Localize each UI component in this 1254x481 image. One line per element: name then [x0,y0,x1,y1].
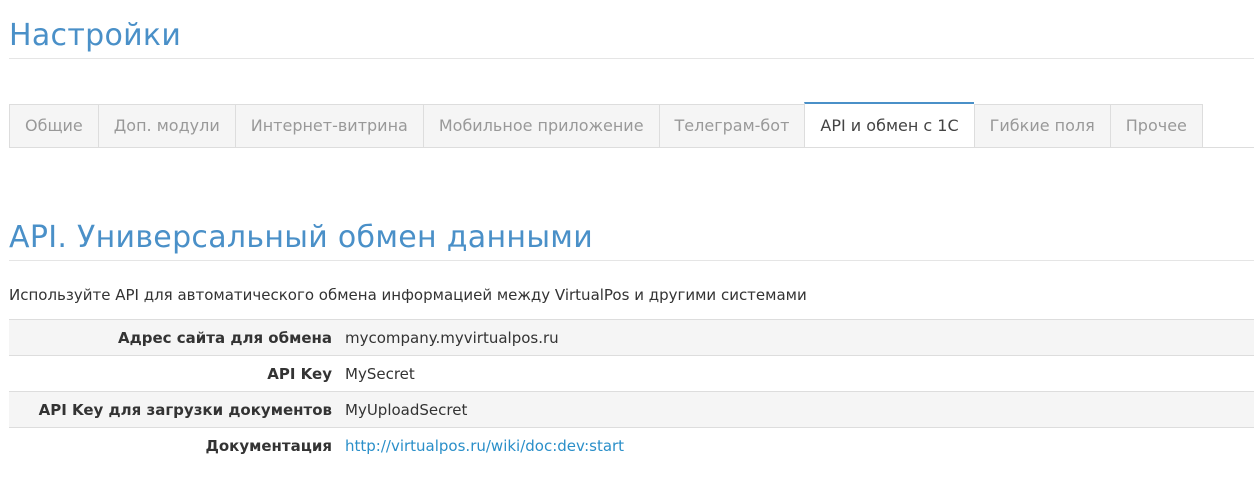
tab-mobile-app[interactable]: Мобильное приложение [422,104,659,147]
tab-online-storefront[interactable]: Интернет-витрина [234,104,423,147]
tab-api-exchange[interactable]: API и обмен с 1С [804,102,974,147]
upload-api-key-label: API Key для загрузки документов [9,391,345,428]
documentation-label: Документация [205,436,333,455]
table-row: Документация http://virtualpos.ru/wiki/d… [9,428,1254,464]
api-settings-table: Адрес сайта для обмена mycompany.myvirtu… [9,319,1254,463]
title-divider [9,58,1254,59]
exchange-address-value: mycompany.myvirtualpos.ru [345,319,1254,356]
table-row: API Key MySecret [9,355,1254,392]
tab-general[interactable]: Общие [9,104,98,147]
settings-tabs: Общие Доп. модули Интернет-витрина Мобил… [9,102,1254,148]
table-row: Адрес сайта для обмена mycompany.myvirtu… [9,319,1254,356]
section-description: Используйте API для автоматического обме… [9,286,807,304]
table-row: API Key для загрузки документов MyUpload… [9,391,1254,428]
documentation-link[interactable]: http://virtualpos.ru/wiki/doc:dev:start [345,437,624,455]
api-key-value: MySecret [345,355,1254,392]
section-title: API. Универсальный обмен данными [9,220,594,255]
upload-api-key-value: MyUploadSecret [345,391,1254,428]
exchange-address-label: Адрес сайта для обмена [9,319,345,356]
documentation-value: http://virtualpos.ru/wiki/doc:dev:start [345,428,1254,464]
section-divider [9,260,1254,261]
tab-telegram-bot[interactable]: Телеграм-бот [658,104,805,147]
page-title: Настройки [9,18,182,53]
api-key-label: API Key [9,355,345,392]
tab-flexible-fields[interactable]: Гибкие поля [973,104,1110,147]
tab-other[interactable]: Прочее [1109,104,1203,147]
tab-extra-modules[interactable]: Доп. модули [97,104,235,147]
